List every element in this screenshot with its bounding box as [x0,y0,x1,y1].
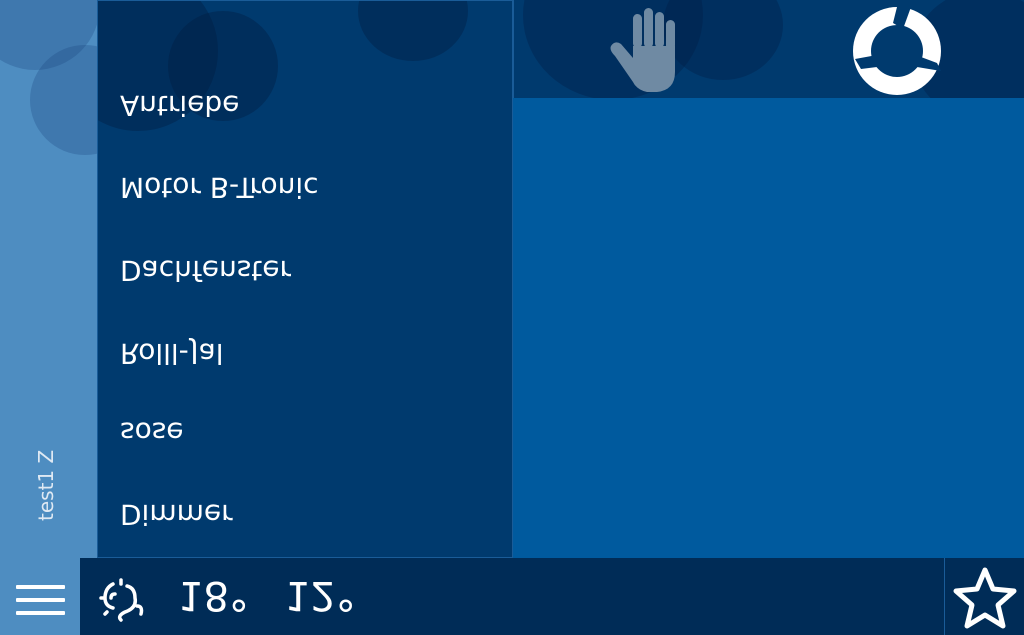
weather-icon [99,578,144,622]
room-label: test1 Z [34,449,58,521]
favorites-button[interactable] [952,566,1018,630]
top-bar [513,0,1024,98]
hand-button[interactable] [609,6,683,94]
app-screen: test1 Z Antriebe Motor B-Tronic Dachfens… [0,0,1024,635]
refresh-icon [853,7,941,95]
background-bubble [358,1,468,61]
refresh-button[interactable] [851,5,943,97]
temperature-display: 18° 12° [178,572,356,618]
menu-item-antriebe[interactable]: Antriebe [120,86,500,126]
menu-item-sose[interactable]: sose [120,413,500,453]
status-bar: 18° 12° [0,558,1024,635]
menu-button[interactable] [0,558,80,635]
outside-temperature: 18° [178,572,249,618]
menu-item-dachfenster[interactable]: Dachfenster [120,251,500,291]
menu-item-rolll-jal[interactable]: Rolll-Jal [120,334,500,374]
device-menu: Antriebe Motor B-Tronic Dachfenster Roll… [97,0,513,558]
inside-temperature: 12° [284,572,356,618]
divider [944,558,945,635]
star-icon [953,567,1017,629]
divider [513,0,514,98]
menu-item-motor-b-tronic[interactable]: Motor B-Tronic [120,168,500,208]
menu-item-dimmer[interactable]: Dimmer [120,495,500,535]
content-area [513,98,1024,558]
hand-icon [610,8,675,92]
room-strip[interactable]: test1 Z [0,0,140,558]
